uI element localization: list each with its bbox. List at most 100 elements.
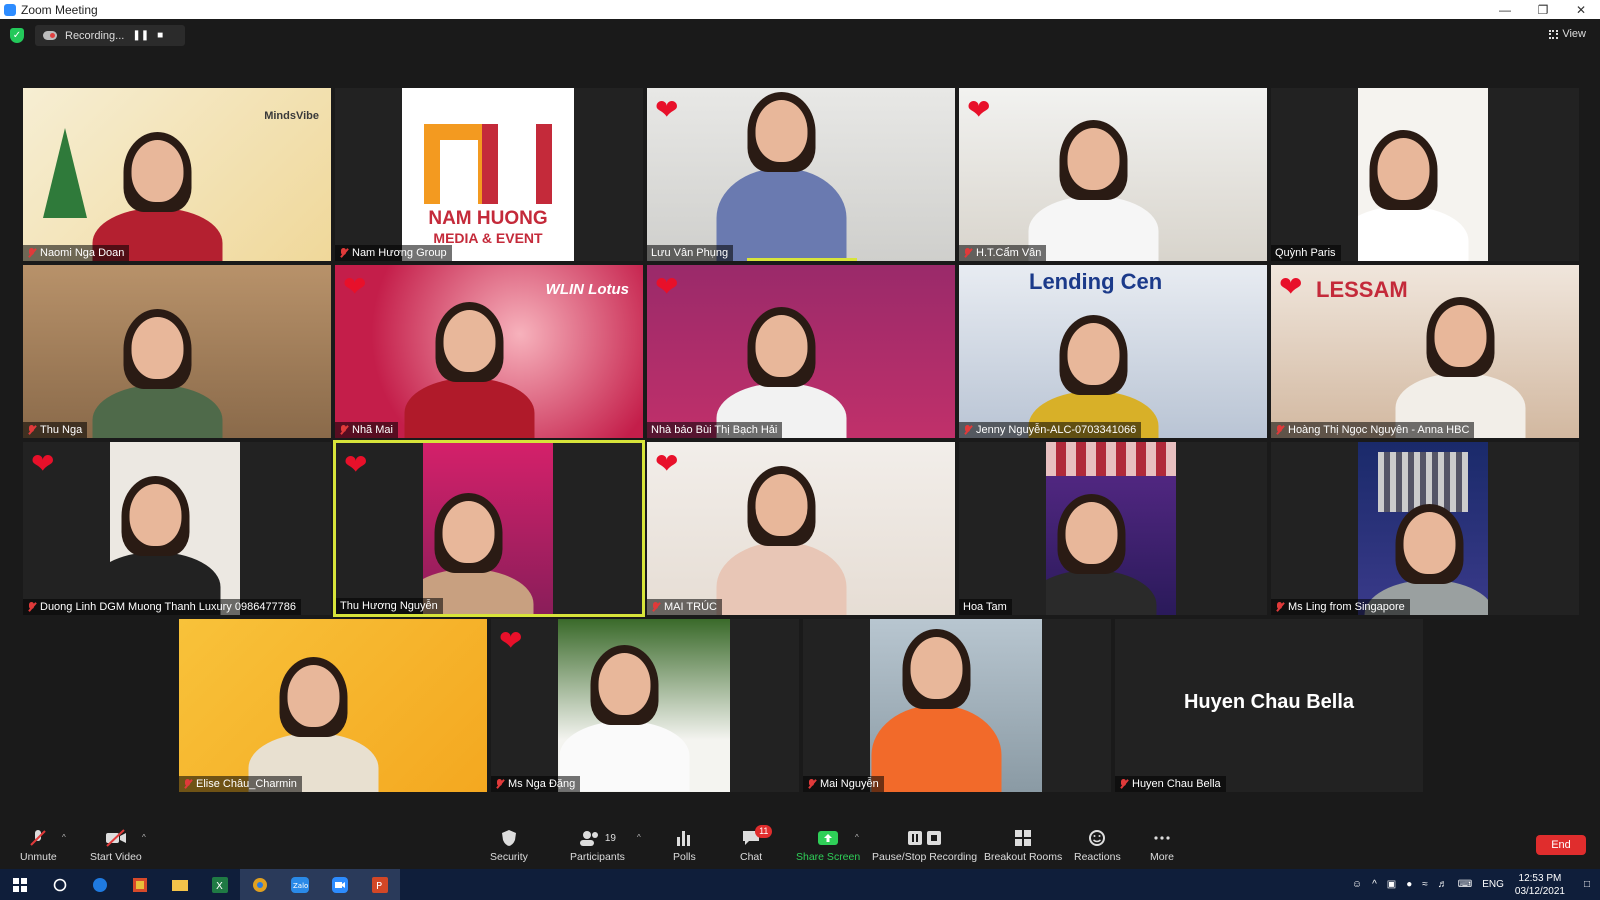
heart-reaction-icon: ❤ [967, 94, 991, 125]
file-explorer-icon[interactable] [160, 869, 200, 900]
mic-muted-icon [963, 248, 972, 258]
windows-start-icon[interactable] [0, 869, 40, 900]
minimize-icon[interactable]: — [1486, 0, 1524, 19]
network-icon[interactable]: ● [1406, 879, 1412, 890]
video-tile-active-speaker[interactable]: ❤ Thu Hương Nguyễn [333, 440, 645, 617]
video-tile[interactable]: WLIN Lotus ❤ Nhã Mai [335, 265, 643, 438]
svg-text:X: X [216, 881, 223, 892]
edge-browser-icon[interactable] [80, 869, 120, 900]
keyboard-icon[interactable]: ⌨ [1458, 879, 1472, 890]
end-meeting-button[interactable]: End [1536, 835, 1586, 855]
zalo-icon[interactable]: Zalo [280, 869, 320, 900]
participant-video [92, 132, 223, 261]
mic-muted-icon [27, 248, 36, 258]
video-tile[interactable]: ❤ H.T.Cẩm Vân [959, 88, 1267, 261]
video-tile[interactable]: NAM HUONG MEDIA & EVENT Nam Hương Group [335, 88, 643, 261]
security-shield-icon[interactable]: ✓ [10, 28, 24, 43]
video-feed [1046, 442, 1176, 615]
participant-name-label: Nam Hương Group [335, 245, 452, 261]
video-tile[interactable]: Quỳnh Paris [1271, 88, 1579, 261]
recording-indicator: Recording... ❚❚ ■ [35, 25, 185, 46]
breakout-rooms-button[interactable]: Breakout Rooms [984, 829, 1062, 863]
clock-time: 12:53 PM [1518, 872, 1562, 884]
video-tile[interactable]: Huyen Chau Bella Huyen Chau Bella [1115, 619, 1423, 792]
reactions-button[interactable]: Reactions [1074, 829, 1121, 863]
notification-center-icon[interactable]: □ [1584, 879, 1590, 890]
mic-muted-icon [29, 829, 47, 847]
video-feed [558, 619, 730, 792]
participant-video [423, 493, 534, 614]
video-tile[interactable]: ❤ MAI TRÚC [647, 442, 955, 615]
participant-name-label: Huyen Chau Bella [1115, 776, 1226, 792]
brand-logo: LESSAM [1316, 277, 1408, 302]
more-dots-icon [1153, 829, 1171, 847]
search-icon[interactable] [40, 869, 80, 900]
participants-options-chevron-icon[interactable]: ^ [637, 833, 641, 842]
video-tile[interactable]: Ms Ling from Singapore [1271, 442, 1579, 615]
view-button[interactable]: View [1549, 28, 1586, 40]
security-button[interactable]: Security [490, 829, 528, 863]
heart-reaction-icon: ❤ [344, 449, 368, 480]
video-tile[interactable]: ❤ Duong Linh DGM Muong Thanh Luxury 0986… [23, 442, 331, 615]
volume-icon[interactable]: ♬ [1438, 879, 1448, 890]
tray-chevron-up-icon[interactable]: ^ [1372, 879, 1377, 890]
video-feed [179, 619, 487, 792]
video-tile[interactable]: ❤ Nhà báo Bùi Thị Bạch Hải [647, 265, 955, 438]
audio-options-chevron-icon[interactable]: ^ [62, 833, 66, 842]
video-tile[interactable]: ❤ Ms Nga Đặng [491, 619, 799, 792]
chat-button[interactable]: 11 Chat [740, 825, 773, 863]
brand-logo: Lending Cen [1029, 269, 1163, 294]
powerpoint-icon[interactable]: P [360, 869, 400, 900]
video-feed [647, 442, 955, 615]
restore-icon[interactable]: ❐ [1524, 0, 1562, 19]
video-feed: LESSAM [1271, 265, 1579, 438]
video-feed: NAM HUONG MEDIA & EVENT [402, 88, 574, 261]
video-feed [1358, 442, 1488, 615]
more-button[interactable]: More [1150, 829, 1174, 863]
breakout-rooms-icon [1014, 829, 1032, 847]
taskbar-clock[interactable]: 12:53 PM 03/12/2021 [1515, 872, 1565, 898]
participants-button[interactable]: 19 Participants [570, 829, 625, 863]
video-tile[interactable]: Hoa Tam [959, 442, 1267, 615]
close-icon[interactable]: ✕ [1562, 0, 1600, 19]
video-tile[interactable]: ❤ Lưu Vân Phụng [647, 88, 955, 261]
video-options-chevron-icon[interactable]: ^ [142, 833, 146, 842]
video-tile[interactable]: Lending Cen Jenny Nguyễn-ALC-0703341066 [959, 265, 1267, 438]
excel-icon[interactable]: X [200, 869, 240, 900]
start-video-button[interactable]: Start Video [90, 829, 142, 863]
share-options-chevron-icon[interactable]: ^ [855, 833, 859, 842]
participant-video [716, 466, 847, 615]
mic-muted-icon [339, 248, 348, 258]
brand-logo: MindsVibe [264, 110, 319, 122]
polls-button[interactable]: Polls [673, 829, 696, 863]
participant-display-name: Huyen Chau Bella [1183, 691, 1355, 713]
video-tile[interactable]: Thu Nga [23, 265, 331, 438]
battery-icon[interactable]: ▣ [1387, 879, 1396, 890]
participant-name-label: Thu Nga [23, 422, 88, 438]
chat-unread-badge: 11 [755, 825, 773, 838]
pause-stop-recording-button[interactable]: Pause/Stop Recording [872, 829, 977, 863]
video-tile[interactable]: MindsVibe Naomi Nga Doan [23, 88, 331, 261]
stop-recording-icon[interactable]: ■ [157, 30, 163, 41]
language-indicator[interactable]: ENG [1482, 879, 1504, 890]
zoom-app-icon[interactable] [320, 869, 360, 900]
people-icon[interactable]: ☺ [1352, 879, 1362, 890]
chrome-browser-icon[interactable] [240, 869, 280, 900]
unmute-button[interactable]: Unmute [20, 829, 57, 863]
clock-date: 03/12/2021 [1514, 885, 1565, 897]
pause-recording-icon[interactable]: ❚❚ [132, 30, 149, 41]
share-screen-button[interactable]: Share Screen [796, 829, 860, 863]
participant-video [248, 657, 379, 792]
store-app-icon[interactable] [120, 869, 160, 900]
participant-video [871, 629, 1002, 792]
logo-mark-image [482, 124, 552, 204]
meeting-topbar: ✓ Recording... ❚❚ ■ View [0, 19, 1600, 53]
christmas-tree-image [43, 128, 87, 218]
window-title: Zoom Meeting [21, 2, 98, 17]
wifi-icon[interactable]: ≈ [1422, 879, 1428, 890]
mic-muted-icon [963, 425, 972, 435]
participant-name-label: Jenny Nguyễn-ALC-0703341066 [959, 422, 1142, 438]
video-tile[interactable]: LESSAM ❤ Hoàng Thị Ngọc Nguyên - Anna HB… [1271, 265, 1579, 438]
video-tile[interactable]: Mai Nguyễn [803, 619, 1111, 792]
video-tile[interactable]: Elise Châu_Charmin [179, 619, 487, 792]
